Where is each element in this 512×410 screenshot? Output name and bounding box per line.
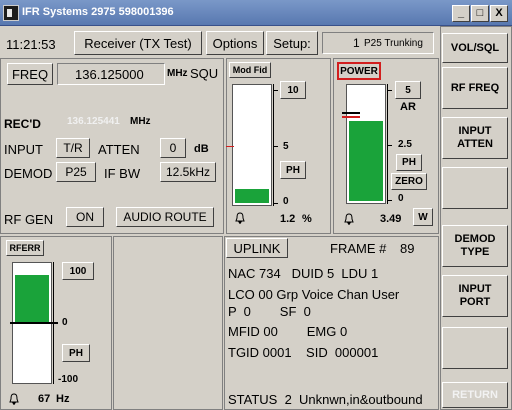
recd-unit: MHz (130, 116, 151, 127)
atten-label: ATTEN (98, 142, 140, 157)
power-peak-marker (342, 112, 360, 114)
power-title[interactable]: POWER (337, 62, 381, 80)
modfid-tick-bot (273, 203, 278, 204)
setup-field[interactable]: 1 P25 Trunking (322, 32, 434, 54)
uplink-line-3: P 0 SF 0 (228, 304, 311, 319)
rferr-scale-mid: 0 (62, 317, 68, 328)
rferr-scale-bot: -100 (58, 374, 79, 385)
ifbw-button[interactable]: 12.5kHz (160, 162, 216, 182)
modfid-marker (226, 146, 234, 147)
sidebar-item-vol-sql[interactable]: VOL/SQL (442, 33, 508, 63)
app-icon (3, 5, 19, 21)
input-button[interactable]: T/R (56, 138, 90, 158)
sidebar-item-blank-2[interactable] (442, 327, 508, 369)
setup-number: 1 (353, 36, 360, 50)
power-ph-button[interactable]: PH (396, 154, 422, 171)
clock: 11:21:53 (6, 37, 56, 52)
modfid-scale-mid: 5 (283, 141, 289, 152)
freq-value: 136.125000 (75, 67, 144, 82)
rferr-title[interactable]: RFERR (6, 240, 44, 256)
power-ar: AR (400, 101, 416, 113)
rferr-axis (53, 262, 54, 384)
rfgen-button[interactable]: ON (66, 207, 104, 227)
sidebar-item-rf-freq[interactable]: RF FREQ (442, 67, 508, 109)
maximize-button[interactable]: □ (471, 5, 489, 22)
modfid-bar (235, 189, 269, 203)
power-ref-marker (342, 116, 360, 118)
rferr-ph-button[interactable]: PH (62, 344, 90, 362)
frame-value: 89 (400, 241, 415, 256)
recd-value: 136.125441 (67, 116, 120, 127)
ifbw-label: IF BW (104, 166, 141, 181)
freq-button[interactable]: FREQ (7, 63, 53, 85)
rfgen-label: RF GEN (4, 212, 54, 227)
power-scale-bot: 0 (398, 193, 404, 204)
modfid-tick-mid (273, 146, 278, 147)
sidebar-item-blank-1[interactable] (442, 167, 508, 209)
modfid-unit: % (302, 213, 312, 225)
atten-unit: dB (194, 143, 209, 155)
modfid-ph-button[interactable]: PH (280, 161, 306, 179)
modfid-value: 1.2 (280, 213, 296, 225)
minimize-button[interactable]: _ (452, 5, 470, 22)
bell-icon (8, 392, 20, 410)
sidebar-item-return[interactable]: RETURN (442, 382, 508, 408)
rferr-value: 67 (38, 393, 51, 405)
power-value: 3.49 (380, 213, 402, 225)
power-zero-button[interactable]: ZERO (391, 173, 427, 190)
audio-route-button[interactable]: AUDIO ROUTE (116, 207, 214, 227)
input-label: INPUT (4, 142, 43, 157)
sidebar-item-input-port[interactable]: INPUT PORT (442, 275, 508, 317)
bell-icon (343, 212, 355, 230)
rferr-bar (15, 275, 49, 323)
uplink-line-4: MFID 00 EMG 0 (228, 324, 348, 339)
freq-unit: MHz (167, 68, 188, 79)
power-scale-mid: 2.5 (398, 139, 412, 150)
sidebar-item-input-atten[interactable]: INPUT ATTEN (442, 117, 508, 159)
sidebar-item-demod-type[interactable]: DEMOD TYPE (442, 225, 508, 267)
atten-button[interactable]: 0 (160, 138, 186, 158)
options-button[interactable]: Options (206, 31, 264, 55)
demod-button[interactable]: P25 (56, 162, 96, 182)
setup-button[interactable]: Setup: (266, 31, 318, 55)
power-tick-top (387, 90, 392, 91)
rferr-zero-line (10, 322, 58, 324)
uplink-button[interactable]: UPLINK (226, 238, 288, 258)
uplink-status: STATUS 2 Unknwn,in&outbound (228, 392, 423, 407)
setup-mode: P25 Trunking (364, 38, 423, 49)
uplink-line-5: TGID 0001 SID 000001 (228, 345, 379, 360)
power-unit-button[interactable]: W (413, 208, 433, 226)
squelch-label: SQU (190, 66, 219, 81)
modfid-title[interactable]: Mod Fid (229, 62, 271, 78)
modfid-meter (232, 84, 272, 206)
frame-label: FRAME # (330, 241, 387, 256)
power-scale-top[interactable]: 5 (395, 81, 421, 99)
demod-label: DEMOD (4, 166, 53, 181)
modfid-tick-top (273, 90, 278, 91)
rferr-scale-top[interactable]: 100 (62, 262, 94, 280)
modfid-axis (273, 84, 274, 206)
recd-label: REC'D (4, 117, 41, 131)
freq-field[interactable]: 136.125000 (57, 63, 165, 85)
power-tick-bot (387, 200, 392, 201)
modfid-scale-bot: 0 (283, 196, 289, 207)
rferr-unit: Hz (56, 393, 70, 405)
uplink-line-2: LCO 00 Grp Voice Chan User (228, 287, 400, 302)
bell-icon (234, 212, 246, 227)
blank-panel (113, 236, 223, 410)
modfid-scale-top[interactable]: 10 (280, 81, 306, 99)
power-axis (387, 84, 388, 204)
close-button[interactable]: X (490, 5, 508, 22)
window-title: IFR Systems 2975 598001396 (22, 6, 174, 18)
power-bar (349, 121, 383, 201)
uplink-panel (224, 236, 439, 410)
mode-button[interactable]: Receiver (TX Test) (74, 31, 202, 55)
uplink-line-1: NAC 734 DUID 5 LDU 1 (228, 266, 379, 281)
power-tick-mid (387, 145, 392, 146)
power-meter (346, 84, 386, 204)
